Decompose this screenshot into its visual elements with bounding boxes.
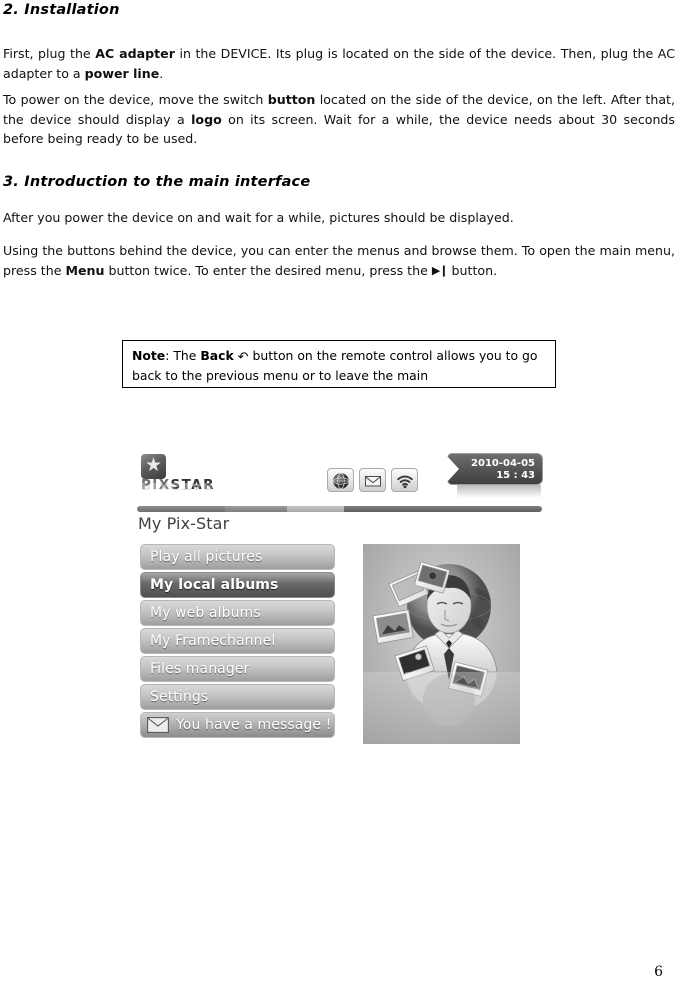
menu-item-label: You have a message !: [176, 717, 332, 733]
star-icon: ★: [144, 454, 163, 476]
paragraph-menu-navigation: Using the buttons behind the device, you…: [3, 243, 675, 278]
menu-item-you-have-a-message[interactable]: You have a message !: [140, 712, 335, 738]
status-icon-group: [327, 468, 427, 494]
menu-item-play-all-pictures[interactable]: Play all pictures: [140, 544, 335, 570]
wifi-icon[interactable]: [391, 468, 418, 492]
device-page-title: My Pix-Star: [138, 514, 230, 533]
page-number: 6: [654, 964, 663, 980]
document-page: 2. Installation First, plug the AC adapt…: [0, 0, 677, 988]
datetime-body: 2010-04-05 15 : 43: [447, 453, 543, 485]
menu-item-label: Play all pictures: [150, 549, 263, 565]
menu-item-my-web-albums[interactable]: My web albums: [140, 600, 335, 626]
datetime-notch: [447, 456, 459, 482]
datetime-badge: 2010-04-05 15 : 43: [447, 453, 543, 498]
menu-item-label: My web albums: [150, 605, 261, 621]
paragraph-pictures-displayed: After you power the device on and wait f…: [3, 210, 514, 225]
date-text: 2010-04-05: [471, 458, 535, 469]
mail-icon[interactable]: [359, 468, 386, 492]
menu-item-label: Files manager: [150, 661, 250, 677]
globe-icon[interactable]: [327, 468, 354, 492]
logo-badge: ★: [141, 454, 166, 479]
menu-item-label: Settings: [150, 689, 209, 705]
menu-item-label: My Framechannel: [150, 633, 276, 649]
illustration-man-globe-photos: [363, 544, 520, 744]
logo-reflection: PIXSTAR: [141, 479, 215, 492]
paragraph-ac-adapter: First, plug the AC adapter in the DEVICE…: [3, 46, 675, 81]
device-screenshot-figure: ★ PIXSTAR PIXSTAR 2010-04-05 15: 43 My …: [135, 452, 545, 757]
main-menu-list: Play all pictures My local albums My web…: [140, 544, 335, 740]
menu-item-files-manager[interactable]: Files manager: [140, 656, 335, 682]
menu-item-my-local-albums[interactable]: My local albums: [140, 572, 335, 598]
menu-item-label: My local albums: [150, 577, 279, 593]
note-box: Note: The Back ↶ button on the remote co…: [122, 340, 556, 388]
heading-introduction: 3. Introduction to the main interface: [3, 174, 311, 190]
note-text: Note: The Back ↶ button on the remote co…: [132, 348, 538, 383]
header-separator-bar: [137, 506, 542, 512]
back-arrow-icon: ↶: [237, 350, 249, 365]
device-header-bar: ★ PIXSTAR PIXSTAR 2010-04-05 15: 43: [135, 452, 545, 502]
heading-installation: 2. Installation: [3, 2, 120, 18]
menu-item-my-framechannel[interactable]: My Framechannel: [140, 628, 335, 654]
datetime-reflection: [457, 485, 541, 498]
menu-item-settings[interactable]: Settings: [140, 684, 335, 710]
paragraph-power-on: To power on the device, move the switch …: [3, 92, 675, 146]
time-text: 15 : 43: [496, 470, 535, 481]
pixstar-logo: ★ PIXSTAR PIXSTAR: [139, 454, 269, 500]
envelope-icon: [147, 717, 169, 733]
play-pause-icon: ▶❙: [431, 263, 449, 277]
